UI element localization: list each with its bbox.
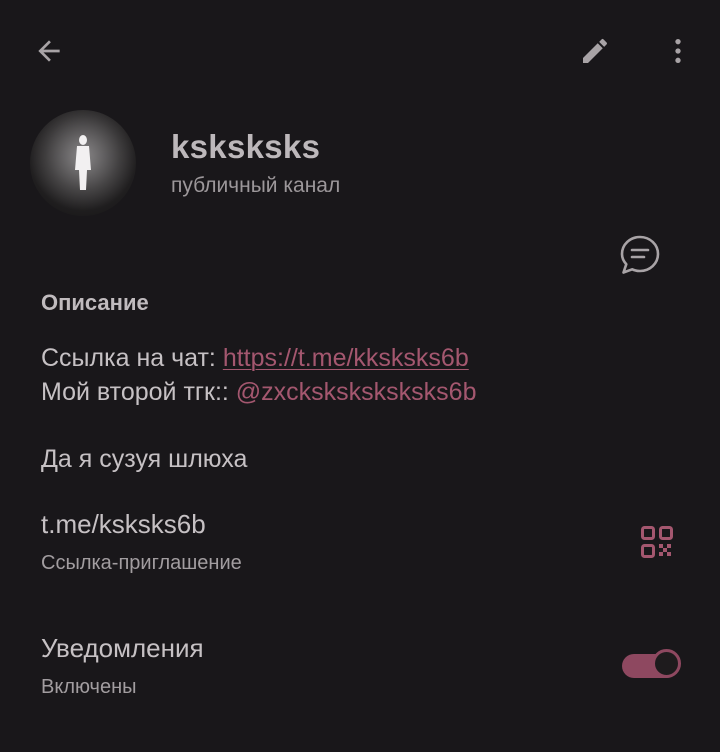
- more-vertical-icon: [675, 39, 681, 63]
- channel-name: ksksksks: [171, 128, 321, 165]
- channel-avatar[interactable]: [30, 110, 136, 216]
- arrow-left-icon: [38, 40, 60, 62]
- description-line-chat-link: Ссылка на чат: https://t.me/kksksks6b: [41, 344, 469, 373]
- qr-code-button[interactable]: [634, 519, 680, 565]
- more-options-button[interactable]: [656, 28, 700, 74]
- notifications-toggle[interactable]: [622, 649, 683, 682]
- description-header: Описание: [41, 290, 149, 315]
- chat-link[interactable]: https://t.me/kksksks6b: [223, 344, 469, 372]
- edit-button[interactable]: [572, 28, 618, 74]
- chat-bubble-icon: [620, 235, 660, 274]
- notifications-title: Уведомления: [41, 633, 204, 663]
- ghost-figure-icon: [30, 110, 136, 216]
- chat-link-label: Ссылка на чат:: [41, 344, 223, 372]
- toggle-thumb: [652, 649, 681, 678]
- description-line-text: Да я сузуя шлюха: [41, 445, 248, 473]
- notifications-status: Включены: [41, 676, 137, 698]
- second-channel-mention[interactable]: @zxcksksksksksks6b: [236, 378, 477, 406]
- pencil-icon: [583, 38, 608, 63]
- back-button[interactable]: [26, 28, 72, 74]
- description-line-second-channel: Мой второй тгк:: @zxcksksksksksks6b: [41, 378, 476, 407]
- second-channel-label: Мой второй тгк::: [41, 378, 236, 406]
- invite-link[interactable]: t.me/ksksks6b: [41, 509, 206, 540]
- qr-code-icon: [641, 526, 673, 558]
- invite-link-label: Ссылка-приглашение: [41, 552, 242, 574]
- channel-type: публичный канал: [171, 174, 341, 197]
- discussion-button[interactable]: [616, 231, 664, 279]
